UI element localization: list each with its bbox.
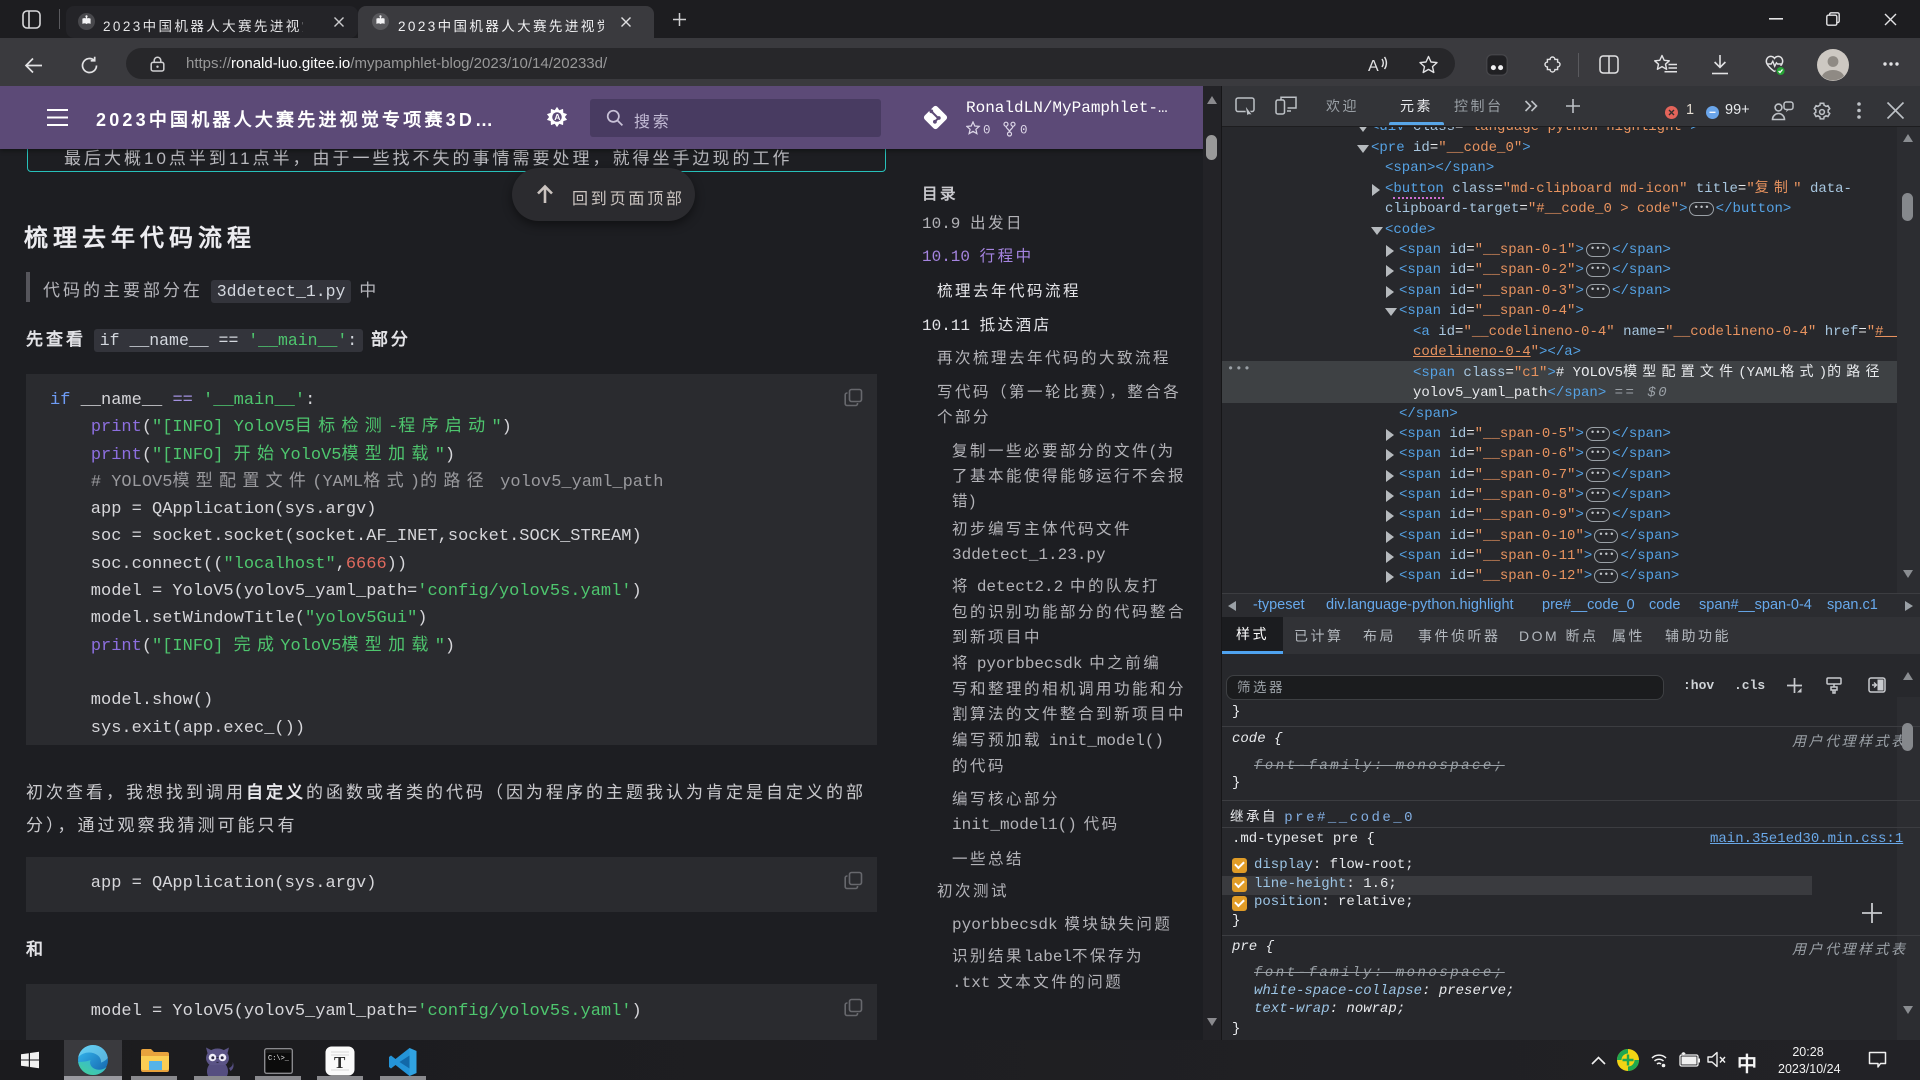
svg-text:0: 0 [983, 124, 991, 138]
svg-text:0: 0 [1020, 124, 1028, 138]
svg-text:A: A [1368, 58, 1379, 74]
svg-text:C:\>_: C:\>_ [268, 1055, 290, 1063]
svg-text:T: T [334, 1053, 346, 1072]
svg-text:A: A [554, 112, 561, 122]
